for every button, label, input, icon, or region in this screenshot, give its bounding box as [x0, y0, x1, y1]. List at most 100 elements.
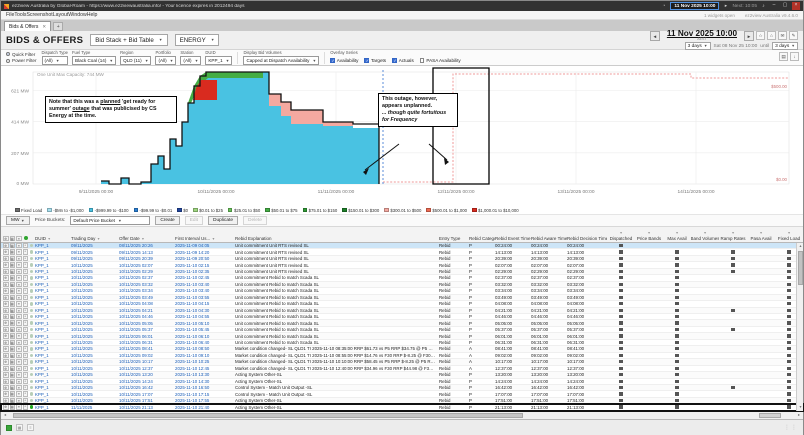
display-bid-volumes-select[interactable]: Capped at Dispatch Availability ▼	[243, 56, 320, 65]
row-trading-day-link[interactable]: 09/11/2025	[71, 243, 119, 248]
row-grid-icon[interactable]: ▦	[9, 372, 15, 378]
menu-item[interactable]: Tools	[14, 12, 26, 18]
row-offer-date-link[interactable]: 10/11/2025 05:37	[119, 327, 175, 332]
row-duid-link[interactable]: KPP_1	[35, 398, 71, 403]
prev-period-button[interactable]: ◄	[649, 30, 660, 41]
row-offer-date-link[interactable]: 10/11/2025 09:02	[119, 353, 175, 358]
row-gear-icon[interactable]: *	[22, 249, 28, 255]
row-offer-date-link[interactable]: 10/11/2025 03:34	[119, 288, 175, 293]
row-trading-day-link[interactable]: 10/11/2025	[71, 327, 119, 332]
header-offer-date[interactable]: Offer Date ▼	[119, 236, 175, 241]
row-grid-icon[interactable]: ▦	[9, 307, 15, 314]
row-duid-link[interactable]: KPP_1	[35, 392, 71, 397]
filter-select[interactable]: (All) ▼	[180, 56, 202, 65]
row-duid-link[interactable]: KPP_1	[35, 372, 71, 377]
row-offer-date-link[interactable]: 10/11/2025 05:05	[119, 321, 175, 326]
mail-icon[interactable]: ✉	[778, 31, 787, 40]
create-bucket-button[interactable]: Create	[155, 216, 180, 225]
header-marker-column[interactable]: ▼ Band Volumes	[691, 231, 719, 241]
row-first-interval-link[interactable]: 2025-11-10 10:25	[175, 359, 235, 364]
row-gear-icon[interactable]: *	[22, 397, 28, 404]
row-grid-icon[interactable]: ▦	[9, 326, 15, 333]
menu-item[interactable]: Help	[87, 12, 98, 18]
row-duid-link[interactable]: KPP_1	[35, 295, 71, 300]
row-first-interval-link[interactable]: 2025-11-10 08:50	[175, 346, 235, 351]
row-gear-icon[interactable]: *	[22, 365, 28, 372]
row-zoom-icon[interactable]: ⊕	[3, 255, 9, 262]
row-trading-day-link[interactable]: 10/11/2025	[71, 321, 119, 326]
row-offer-date-link[interactable]: 10/11/2025 21:13	[119, 405, 175, 410]
row-zoom-icon[interactable]: ⊕	[3, 346, 9, 352]
row-first-interval-link[interactable]: 2025-11-10 04:55	[175, 314, 235, 319]
header-entry-type[interactable]: Entry Type	[439, 236, 469, 241]
row-trading-day-link[interactable]: 10/11/2025	[71, 314, 119, 319]
row-list-icon[interactable]: ≡	[16, 352, 22, 359]
row-zoom-icon[interactable]: ⊕	[3, 404, 9, 410]
header-trading-day[interactable]: Trading Day ▼	[71, 236, 119, 241]
row-grid-icon[interactable]: ▦	[9, 339, 15, 346]
table-row[interactable]: ⊕ ▦ ≡ * KPP_1 11/11/2025 10/11/2025 21:1…	[0, 403, 804, 412]
row-zoom-icon[interactable]: ⊕	[3, 339, 9, 346]
row-duid-link[interactable]: KPP_1	[35, 385, 71, 390]
row-first-interval-link[interactable]: 2025-11-10 06:40	[175, 340, 235, 345]
row-duid-link[interactable]: KPP_1	[35, 379, 71, 384]
row-offer-date-link[interactable]: 10/11/2025 06:01	[119, 334, 175, 339]
row-duid-link[interactable]: KPP_1	[35, 288, 71, 293]
row-grid-icon[interactable]: ▦	[9, 346, 15, 352]
row-first-interval-link[interactable]: 2025-11-10 13:30	[175, 372, 235, 377]
row-gear-icon[interactable]: *	[22, 359, 28, 365]
quick-filter-radio[interactable]: Quick Filter	[6, 52, 37, 57]
row-list-icon[interactable]: ≡	[16, 294, 22, 301]
row-duid-link[interactable]: KPP_1	[35, 353, 71, 358]
row-offer-date-link[interactable]: 10/11/2025 03:32	[119, 282, 175, 287]
favourite-star-icon[interactable]: ☆	[756, 31, 765, 40]
row-gear-icon[interactable]: *	[22, 384, 28, 391]
row-duid-link[interactable]: KPP_1	[35, 308, 71, 313]
header-rebid-aware-time[interactable]: Rebid Aware Time	[531, 236, 567, 241]
view-selector[interactable]: Bid Stack + Bid Table ▼	[90, 34, 168, 46]
row-first-interval-link[interactable]: 2025-11-10 14:30	[175, 379, 235, 384]
header-rebid-explanation[interactable]: Rebid Explanation	[235, 236, 439, 241]
row-offer-date-link[interactable]: 10/11/2025 02:37	[119, 275, 175, 280]
row-gear-icon[interactable]: *	[22, 242, 28, 249]
row-duid-link[interactable]: KPP_1	[35, 275, 71, 280]
row-grid-icon[interactable]: ▦	[9, 359, 15, 365]
row-zoom-icon[interactable]: ⊕	[3, 326, 9, 333]
row-offer-date-link[interactable]: 10/11/2025 03:49	[119, 295, 175, 300]
row-gear-icon[interactable]: *	[22, 346, 28, 352]
row-zoom-icon[interactable]: ⊕	[3, 391, 9, 397]
row-list-icon[interactable]: ≡	[16, 326, 22, 333]
row-grid-icon[interactable]: ▦	[9, 313, 15, 320]
row-trading-day-link[interactable]: 10/11/2025	[71, 392, 119, 397]
maximize-button[interactable]: ▢	[781, 2, 789, 10]
duplicate-bucket-button[interactable]: Duplicate	[208, 216, 238, 225]
row-offer-date-link[interactable]: 10/11/2025 08:41	[119, 346, 175, 351]
units-selector[interactable]: MW ▼	[6, 216, 30, 225]
row-trading-day-link[interactable]: 10/11/2025	[71, 269, 119, 274]
header-marker-column[interactable]: ▼ Max Avail	[663, 231, 691, 241]
filter-select[interactable]: QLD (11) ▼	[120, 56, 152, 65]
row-list-icon[interactable]: ≡	[16, 307, 22, 314]
row-trading-day-link[interactable]: 10/11/2025	[71, 385, 119, 390]
price-bucket-selector[interactable]: Default Price Bucket ▼	[70, 216, 151, 225]
table-grid-icon[interactable]: ▦	[9, 235, 15, 241]
row-grid-icon[interactable]: ▦	[9, 281, 15, 288]
row-first-interval-link[interactable]: 2025-11-10 03:55	[175, 295, 235, 300]
row-list-icon[interactable]: ≡	[16, 262, 22, 268]
scroll-left-arrow[interactable]: ◄	[1, 412, 9, 419]
table-vertical-scrollbar[interactable]: ▲ ▼	[796, 243, 803, 411]
row-grid-icon[interactable]: ▦	[9, 268, 15, 275]
row-duid-link[interactable]: KPP_1	[35, 366, 71, 371]
row-zoom-icon[interactable]: ⊕	[3, 397, 9, 404]
row-gear-icon[interactable]: *	[22, 262, 28, 268]
pane-divider-handle[interactable]	[759, 412, 781, 418]
row-duid-link[interactable]: KPP_1	[35, 314, 71, 319]
row-grid-icon[interactable]: ▦	[9, 404, 15, 410]
row-zoom-icon[interactable]: ⊕	[3, 301, 9, 307]
row-trading-day-link[interactable]: 10/11/2025	[71, 295, 119, 300]
row-gear-icon[interactable]: *	[22, 301, 28, 307]
row-duid-link[interactable]: KPP_1	[35, 346, 71, 351]
status-grid-icon[interactable]: ▦	[16, 424, 23, 432]
scroll-right-arrow[interactable]: ►	[795, 412, 803, 419]
row-gear-icon[interactable]: *	[22, 352, 28, 359]
